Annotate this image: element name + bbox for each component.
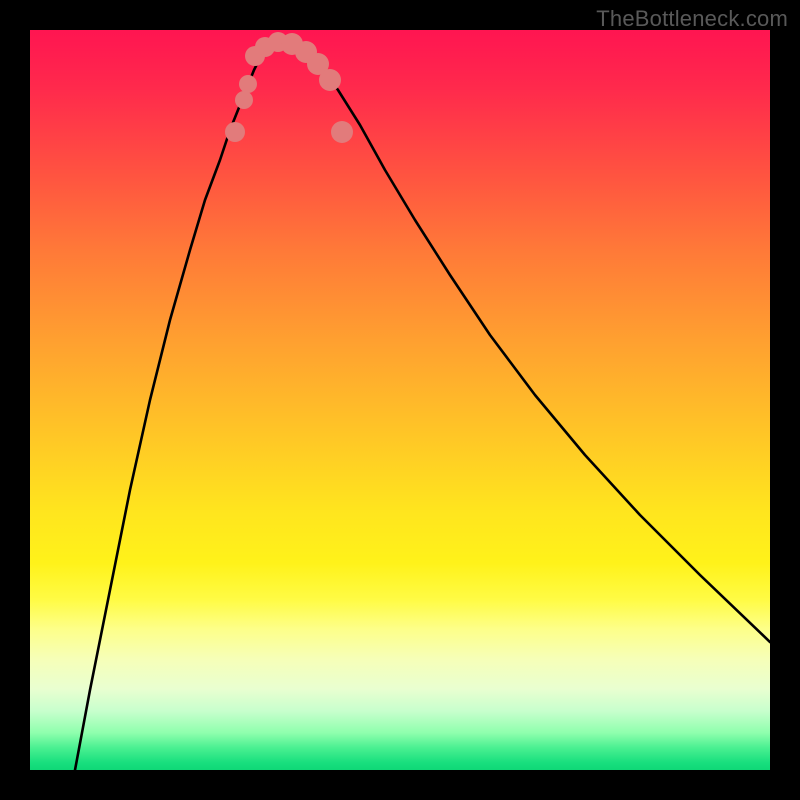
data-marker <box>235 91 253 109</box>
bottleneck-curve <box>75 40 770 770</box>
data-marker <box>239 75 257 93</box>
data-marker <box>225 122 245 142</box>
plot-area <box>30 30 770 770</box>
chart-frame: TheBottleneck.com <box>0 0 800 800</box>
data-marker <box>331 121 353 143</box>
watermark-text: TheBottleneck.com <box>596 6 788 32</box>
chart-svg <box>30 30 770 770</box>
data-marker <box>319 69 341 91</box>
data-markers <box>225 32 353 143</box>
